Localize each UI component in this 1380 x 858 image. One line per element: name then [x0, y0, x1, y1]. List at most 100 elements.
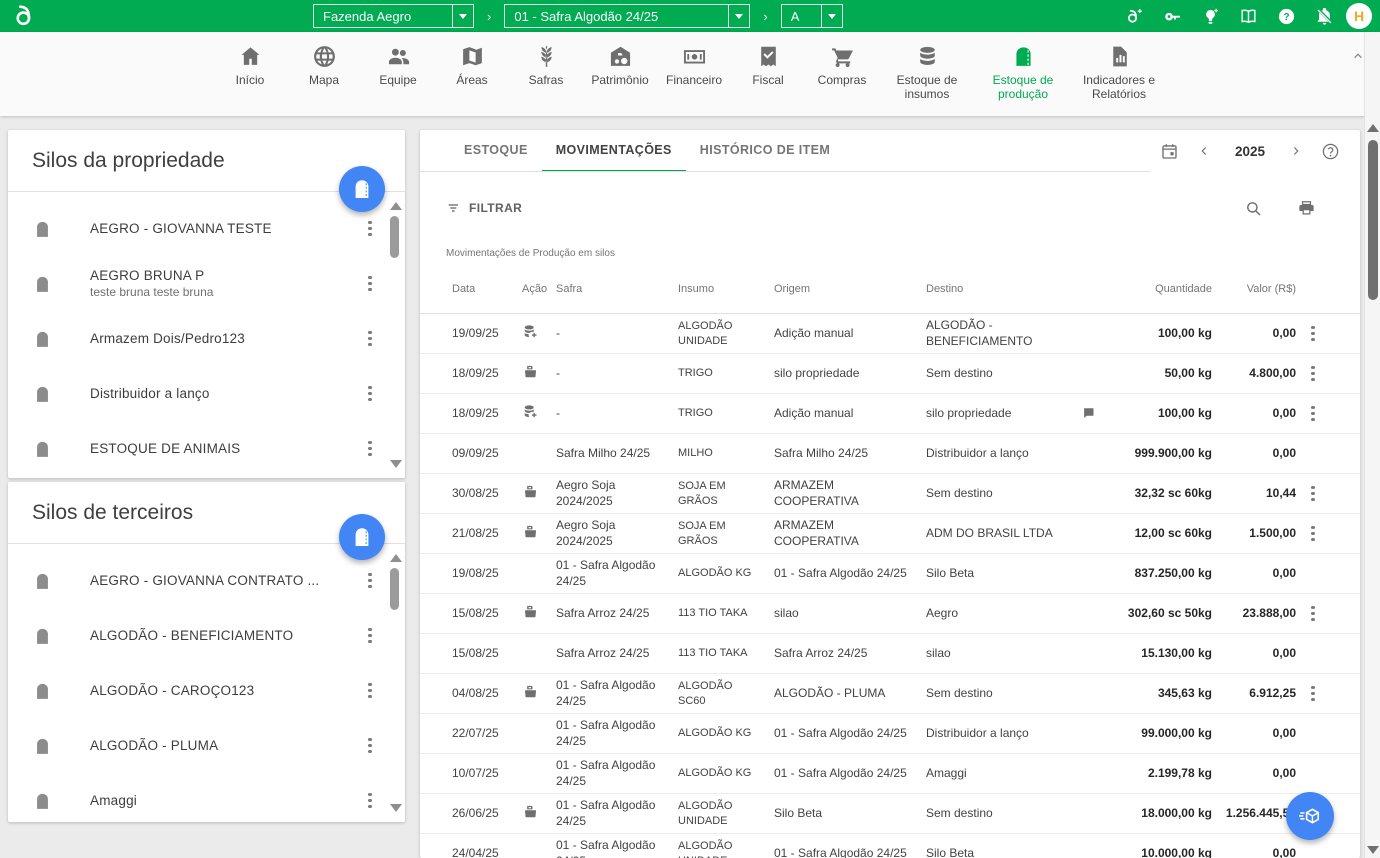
- tab-movimenta-es[interactable]: MOVIMENTAÇÕES: [542, 130, 686, 172]
- add-silo-propriedade-button[interactable]: [339, 166, 385, 212]
- topbar-help-icon[interactable]: ?: [1277, 7, 1296, 26]
- topbar-icons: ?: [1125, 0, 1334, 32]
- previous-year-icon[interactable]: [1197, 144, 1211, 158]
- cell-quantidade: 100,00 kg: [1116, 406, 1216, 422]
- tab-hist-rico-de-item[interactable]: HISTÓRICO DE ITEM: [686, 130, 844, 172]
- cell-quantidade: 2.199,78 kg: [1116, 766, 1216, 782]
- cell-quantidade: 18.000,00 kg: [1116, 806, 1216, 822]
- silo-icon: [32, 569, 53, 593]
- farm-selector[interactable]: Fazenda Aegro: [313, 4, 474, 28]
- row-menu-icon[interactable]: [1304, 323, 1322, 345]
- nav-item-label: Equipe: [379, 74, 416, 88]
- filter-button[interactable]: FILTRAR: [446, 200, 522, 216]
- scroll-down-icon[interactable]: [1367, 846, 1379, 854]
- cell-data: 30/08/25: [452, 486, 522, 502]
- list-item[interactable]: AEGRO BRUNA Pteste bruna teste bruna: [8, 256, 387, 311]
- topbar-aegro-plus-icon[interactable]: [1125, 7, 1144, 26]
- silo-name: ALGODÃO - BENEFICIAMENTO: [90, 628, 361, 643]
- field-selector[interactable]: A: [781, 4, 843, 28]
- scroll-down-icon[interactable]: [390, 460, 402, 468]
- topbar-key-icon[interactable]: [1163, 7, 1182, 26]
- help-icon: ?: [1277, 7, 1296, 26]
- nav-item-label: Patrimônio: [591, 74, 648, 88]
- calendar-icon[interactable]: [1160, 142, 1179, 161]
- tab-estoque[interactable]: ESTOQUE: [450, 130, 542, 172]
- next-year-icon[interactable]: [1289, 144, 1303, 158]
- print-icon[interactable]: [1297, 199, 1316, 218]
- movements-panel: ESTOQUEMOVIMENTAÇÕESHISTÓRICO DE ITEM 20…: [420, 130, 1360, 858]
- more-options-icon[interactable]: [361, 273, 379, 295]
- list-item[interactable]: Armazem Dois/Pedro123: [8, 311, 387, 366]
- help-outline-icon[interactable]: [1321, 142, 1340, 161]
- nav-item-safras[interactable]: Safras: [509, 44, 583, 88]
- more-options-icon[interactable]: [361, 570, 379, 592]
- topbar-lightbulb-plus-icon[interactable]: [1201, 7, 1220, 26]
- nav-item-compras[interactable]: Compras: [805, 44, 879, 88]
- scroll-down-icon[interactable]: [390, 804, 402, 812]
- nav-item-estoque-de-insumos[interactable]: Estoque de insumos: [879, 44, 975, 102]
- nav-item-mapa[interactable]: Mapa: [287, 44, 361, 88]
- row-menu-icon[interactable]: [1304, 683, 1322, 705]
- more-options-icon[interactable]: [361, 438, 379, 460]
- nav-item-label: Compras: [818, 74, 867, 88]
- card-title: Silos de terceiros: [32, 501, 193, 525]
- scroll-thumb[interactable]: [390, 568, 399, 610]
- chevron-down-icon[interactable]: [821, 5, 842, 27]
- silo-name: AEGRO - GIOVANNA CONTRATO ...: [90, 573, 361, 588]
- topbar-notifications-off-icon[interactable]: [1315, 7, 1334, 26]
- avatar[interactable]: H: [1346, 3, 1372, 29]
- chevron-down-icon[interactable]: [452, 5, 473, 27]
- nav-item-patrim-nio[interactable]: Patrimônio: [583, 44, 657, 88]
- list-item[interactable]: Distribuidor a lanço: [8, 366, 387, 421]
- more-options-icon[interactable]: [361, 735, 379, 757]
- more-options-icon[interactable]: [361, 383, 379, 405]
- more-options-icon[interactable]: [361, 680, 379, 702]
- page-scrollbar[interactable]: [1364, 32, 1380, 858]
- production-movement-icon: [1297, 803, 1324, 830]
- people-icon: [386, 44, 411, 69]
- list-item[interactable]: AEGRO - GIOVANNA CONTRATO ...: [8, 553, 387, 608]
- row-menu-icon[interactable]: [1304, 483, 1322, 505]
- row-menu-icon[interactable]: [1304, 363, 1322, 385]
- row-menu-icon[interactable]: [1304, 603, 1322, 625]
- scroll-up-icon[interactable]: [1367, 124, 1379, 132]
- nav-item-fiscal[interactable]: Fiscal: [731, 44, 805, 88]
- book-icon: [1239, 7, 1258, 26]
- add-silo-terceiros-button[interactable]: [339, 514, 385, 560]
- scroll-thumb[interactable]: [1368, 140, 1378, 300]
- nav-item-indicadores-e-relat-rios[interactable]: Indicadores e Relatórios: [1071, 44, 1167, 102]
- scroll-thumb[interactable]: [390, 216, 399, 258]
- silo-name: Amaggi: [90, 793, 361, 808]
- list-scrollbar[interactable]: [389, 202, 401, 468]
- cell-origem: ARMAZEM COOPERATIVA: [774, 478, 926, 509]
- app-window: Fazenda Aegro › 01 - Safra Algodão 24/25…: [0, 0, 1380, 858]
- nav-item--reas[interactable]: Áreas: [435, 44, 509, 88]
- more-options-icon[interactable]: [361, 218, 379, 240]
- list-item[interactable]: Amaggi: [8, 773, 387, 821]
- row-menu-icon[interactable]: [1304, 403, 1322, 425]
- list-item[interactable]: ALGODÃO - PLUMA: [8, 718, 387, 773]
- list-item[interactable]: ALGODÃO - BENEFICIAMENTO: [8, 608, 387, 663]
- list-scrollbar[interactable]: [389, 554, 401, 812]
- nav-item-in-cio[interactable]: Início: [213, 44, 287, 88]
- row-menu-icon[interactable]: [1304, 523, 1322, 545]
- nav-item-estoque-de-produ-o[interactable]: Estoque de produção: [975, 44, 1071, 102]
- list-item[interactable]: AEGRO - GIOVANNA TESTE: [8, 201, 387, 256]
- more-options-icon[interactable]: [361, 328, 379, 350]
- scroll-up-icon[interactable]: [390, 202, 402, 210]
- more-options-icon[interactable]: [361, 625, 379, 647]
- scroll-up-icon[interactable]: [390, 554, 402, 562]
- cell-valor: 0,00: [1216, 846, 1300, 858]
- season-selector[interactable]: 01 - Safra Algodão 24/25: [504, 4, 750, 28]
- nav-item-equipe[interactable]: Equipe: [361, 44, 435, 88]
- topbar-book-icon[interactable]: [1239, 7, 1258, 26]
- search-icon[interactable]: [1244, 199, 1263, 218]
- cell-insumo: ALGODÃO KG: [678, 726, 774, 740]
- list-item[interactable]: ESTOQUE DE ANIMAIS: [8, 421, 387, 476]
- chevron-down-icon[interactable]: [728, 5, 749, 27]
- new-movement-button[interactable]: [1286, 792, 1334, 840]
- list-item[interactable]: ALGODÃO - CAROÇO123: [8, 663, 387, 718]
- cell-menu: [1300, 523, 1340, 545]
- nav-item-financeiro[interactable]: Financeiro: [657, 44, 731, 88]
- more-options-icon[interactable]: [361, 790, 379, 812]
